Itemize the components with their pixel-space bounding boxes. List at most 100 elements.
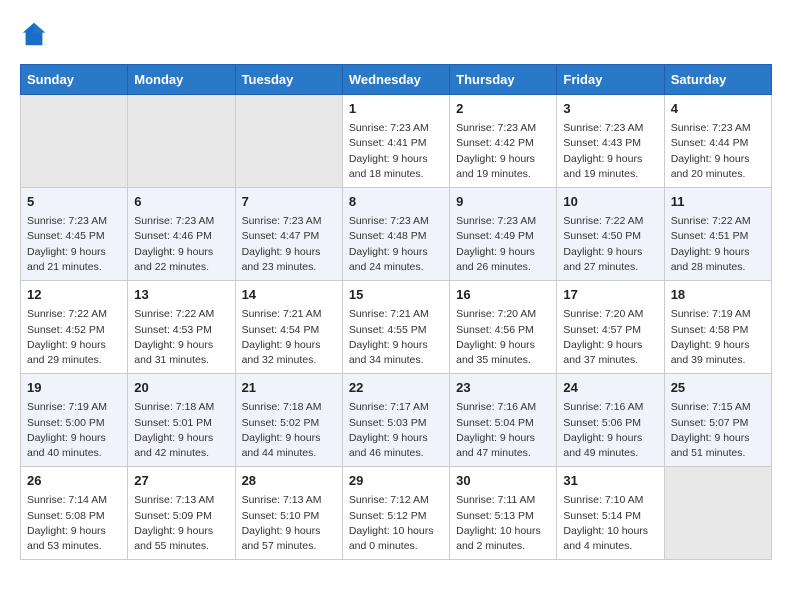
day-cell: 5 Sunrise: 7:23 AM Sunset: 4:45 PM Daylig… [21, 188, 128, 281]
week-row-1: 1 Sunrise: 7:23 AM Sunset: 4:41 PM Daylig… [21, 95, 772, 188]
day-cell: 17 Sunrise: 7:20 AM Sunset: 4:57 PM Dayli… [557, 281, 664, 374]
day-info: Sunrise: 7:22 AM Sunset: 4:52 PM Dayligh… [27, 307, 121, 368]
day-info: Sunrise: 7:23 AM Sunset: 4:46 PM Dayligh… [134, 214, 228, 275]
day-info: Sunrise: 7:13 AM Sunset: 5:10 PM Dayligh… [242, 493, 336, 554]
day-number: 17 [563, 286, 657, 304]
day-cell: 21 Sunrise: 7:18 AM Sunset: 5:02 PM Dayli… [235, 374, 342, 467]
day-info: Sunrise: 7:23 AM Sunset: 4:49 PM Dayligh… [456, 214, 550, 275]
day-info: Sunrise: 7:16 AM Sunset: 5:04 PM Dayligh… [456, 400, 550, 461]
day-info: Sunrise: 7:17 AM Sunset: 5:03 PM Dayligh… [349, 400, 443, 461]
day-info: Sunrise: 7:19 AM Sunset: 5:00 PM Dayligh… [27, 400, 121, 461]
header-row: SundayMondayTuesdayWednesdayThursdayFrid… [21, 65, 772, 95]
week-row-2: 5 Sunrise: 7:23 AM Sunset: 4:45 PM Daylig… [21, 188, 772, 281]
day-info: Sunrise: 7:20 AM Sunset: 4:56 PM Dayligh… [456, 307, 550, 368]
day-info: Sunrise: 7:23 AM Sunset: 4:44 PM Dayligh… [671, 121, 765, 182]
day-cell: 30 Sunrise: 7:11 AM Sunset: 5:13 PM Dayli… [450, 467, 557, 560]
day-number: 2 [456, 100, 550, 118]
day-cell: 15 Sunrise: 7:21 AM Sunset: 4:55 PM Dayli… [342, 281, 449, 374]
day-number: 12 [27, 286, 121, 304]
column-header-monday: Monday [128, 65, 235, 95]
day-number: 15 [349, 286, 443, 304]
day-cell: 8Sunrise: 7:23 AM Sunset: 4:48 PM Daylig… [342, 188, 449, 281]
day-info: Sunrise: 7:22 AM Sunset: 4:50 PM Dayligh… [563, 214, 657, 275]
day-info: Sunrise: 7:21 AM Sunset: 4:55 PM Dayligh… [349, 307, 443, 368]
day-cell: 12 Sunrise: 7:22 AM Sunset: 4:52 PM Dayli… [21, 281, 128, 374]
day-info: Sunrise: 7:12 AM Sunset: 5:12 PM Dayligh… [349, 493, 443, 554]
day-number: 21 [242, 379, 336, 397]
day-number: 4 [671, 100, 765, 118]
day-number: 16 [456, 286, 550, 304]
week-row-4: 19 Sunrise: 7:19 AM Sunset: 5:00 PM Dayli… [21, 374, 772, 467]
day-info: Sunrise: 7:18 AM Sunset: 5:02 PM Dayligh… [242, 400, 336, 461]
day-info: Sunrise: 7:21 AM Sunset: 4:54 PM Dayligh… [242, 307, 336, 368]
day-info: Sunrise: 7:10 AM Sunset: 5:14 PM Dayligh… [563, 493, 657, 554]
day-cell: 24Sunrise: 7:16 AM Sunset: 5:06 PM Dayli… [557, 374, 664, 467]
day-cell: 1 Sunrise: 7:23 AM Sunset: 4:41 PM Daylig… [342, 95, 449, 188]
day-number: 27 [134, 472, 228, 490]
day-number: 26 [27, 472, 121, 490]
day-cell: 16 Sunrise: 7:20 AM Sunset: 4:56 PM Dayli… [450, 281, 557, 374]
column-header-friday: Friday [557, 65, 664, 95]
day-info: Sunrise: 7:14 AM Sunset: 5:08 PM Dayligh… [27, 493, 121, 554]
logo-icon [20, 20, 48, 48]
day-info: Sunrise: 7:15 AM Sunset: 5:07 PM Dayligh… [671, 400, 765, 461]
day-info: Sunrise: 7:11 AM Sunset: 5:13 PM Dayligh… [456, 493, 550, 554]
day-cell: 13 Sunrise: 7:22 AM Sunset: 4:53 PM Dayli… [128, 281, 235, 374]
day-number: 1 [349, 100, 443, 118]
week-row-3: 12 Sunrise: 7:22 AM Sunset: 4:52 PM Dayli… [21, 281, 772, 374]
day-cell: 18Sunrise: 7:19 AM Sunset: 4:58 PM Dayli… [664, 281, 771, 374]
day-info: Sunrise: 7:20 AM Sunset: 4:57 PM Dayligh… [563, 307, 657, 368]
day-cell [664, 467, 771, 560]
day-number: 7 [242, 193, 336, 211]
day-number: 19 [27, 379, 121, 397]
day-cell: 19 Sunrise: 7:19 AM Sunset: 5:00 PM Dayli… [21, 374, 128, 467]
day-cell: 11 Sunrise: 7:22 AM Sunset: 4:51 PM Dayli… [664, 188, 771, 281]
day-cell: 28Sunrise: 7:13 AM Sunset: 5:10 PM Dayli… [235, 467, 342, 560]
day-info: Sunrise: 7:23 AM Sunset: 4:43 PM Dayligh… [563, 121, 657, 182]
day-cell: 31Sunrise: 7:10 AM Sunset: 5:14 PM Dayli… [557, 467, 664, 560]
day-number: 11 [671, 193, 765, 211]
day-number: 24 [563, 379, 657, 397]
day-number: 6 [134, 193, 228, 211]
day-number: 25 [671, 379, 765, 397]
column-header-sunday: Sunday [21, 65, 128, 95]
day-info: Sunrise: 7:23 AM Sunset: 4:41 PM Dayligh… [349, 121, 443, 182]
column-header-wednesday: Wednesday [342, 65, 449, 95]
day-number: 22 [349, 379, 443, 397]
day-cell [21, 95, 128, 188]
day-cell: 3Sunrise: 7:23 AM Sunset: 4:43 PM Daylig… [557, 95, 664, 188]
day-cell: 26 Sunrise: 7:14 AM Sunset: 5:08 PM Dayli… [21, 467, 128, 560]
day-number: 20 [134, 379, 228, 397]
day-number: 5 [27, 193, 121, 211]
day-cell: 23 Sunrise: 7:16 AM Sunset: 5:04 PM Dayli… [450, 374, 557, 467]
column-header-tuesday: Tuesday [235, 65, 342, 95]
day-cell: 7Sunrise: 7:23 AM Sunset: 4:47 PM Daylig… [235, 188, 342, 281]
day-cell: 9 Sunrise: 7:23 AM Sunset: 4:49 PM Daylig… [450, 188, 557, 281]
day-info: Sunrise: 7:22 AM Sunset: 4:53 PM Dayligh… [134, 307, 228, 368]
day-info: Sunrise: 7:22 AM Sunset: 4:51 PM Dayligh… [671, 214, 765, 275]
page-header [20, 20, 772, 48]
day-number: 18 [671, 286, 765, 304]
day-cell: 20 Sunrise: 7:18 AM Sunset: 5:01 PM Dayli… [128, 374, 235, 467]
day-info: Sunrise: 7:18 AM Sunset: 5:01 PM Dayligh… [134, 400, 228, 461]
logo [20, 20, 52, 48]
day-cell: 14 Sunrise: 7:21 AM Sunset: 4:54 PM Dayli… [235, 281, 342, 374]
column-header-thursday: Thursday [450, 65, 557, 95]
calendar-table: SundayMondayTuesdayWednesdayThursdayFrid… [20, 64, 772, 560]
day-cell: 22 Sunrise: 7:17 AM Sunset: 5:03 PM Dayli… [342, 374, 449, 467]
day-cell [128, 95, 235, 188]
day-cell: 2Sunrise: 7:23 AM Sunset: 4:42 PM Daylig… [450, 95, 557, 188]
day-number: 13 [134, 286, 228, 304]
day-number: 14 [242, 286, 336, 304]
day-number: 10 [563, 193, 657, 211]
column-header-saturday: Saturday [664, 65, 771, 95]
day-info: Sunrise: 7:23 AM Sunset: 4:45 PM Dayligh… [27, 214, 121, 275]
day-number: 8 [349, 193, 443, 211]
day-number: 30 [456, 472, 550, 490]
day-cell [235, 95, 342, 188]
week-row-5: 26 Sunrise: 7:14 AM Sunset: 5:08 PM Dayli… [21, 467, 772, 560]
day-cell: 27 Sunrise: 7:13 AM Sunset: 5:09 PM Dayli… [128, 467, 235, 560]
day-info: Sunrise: 7:13 AM Sunset: 5:09 PM Dayligh… [134, 493, 228, 554]
day-number: 9 [456, 193, 550, 211]
day-number: 23 [456, 379, 550, 397]
